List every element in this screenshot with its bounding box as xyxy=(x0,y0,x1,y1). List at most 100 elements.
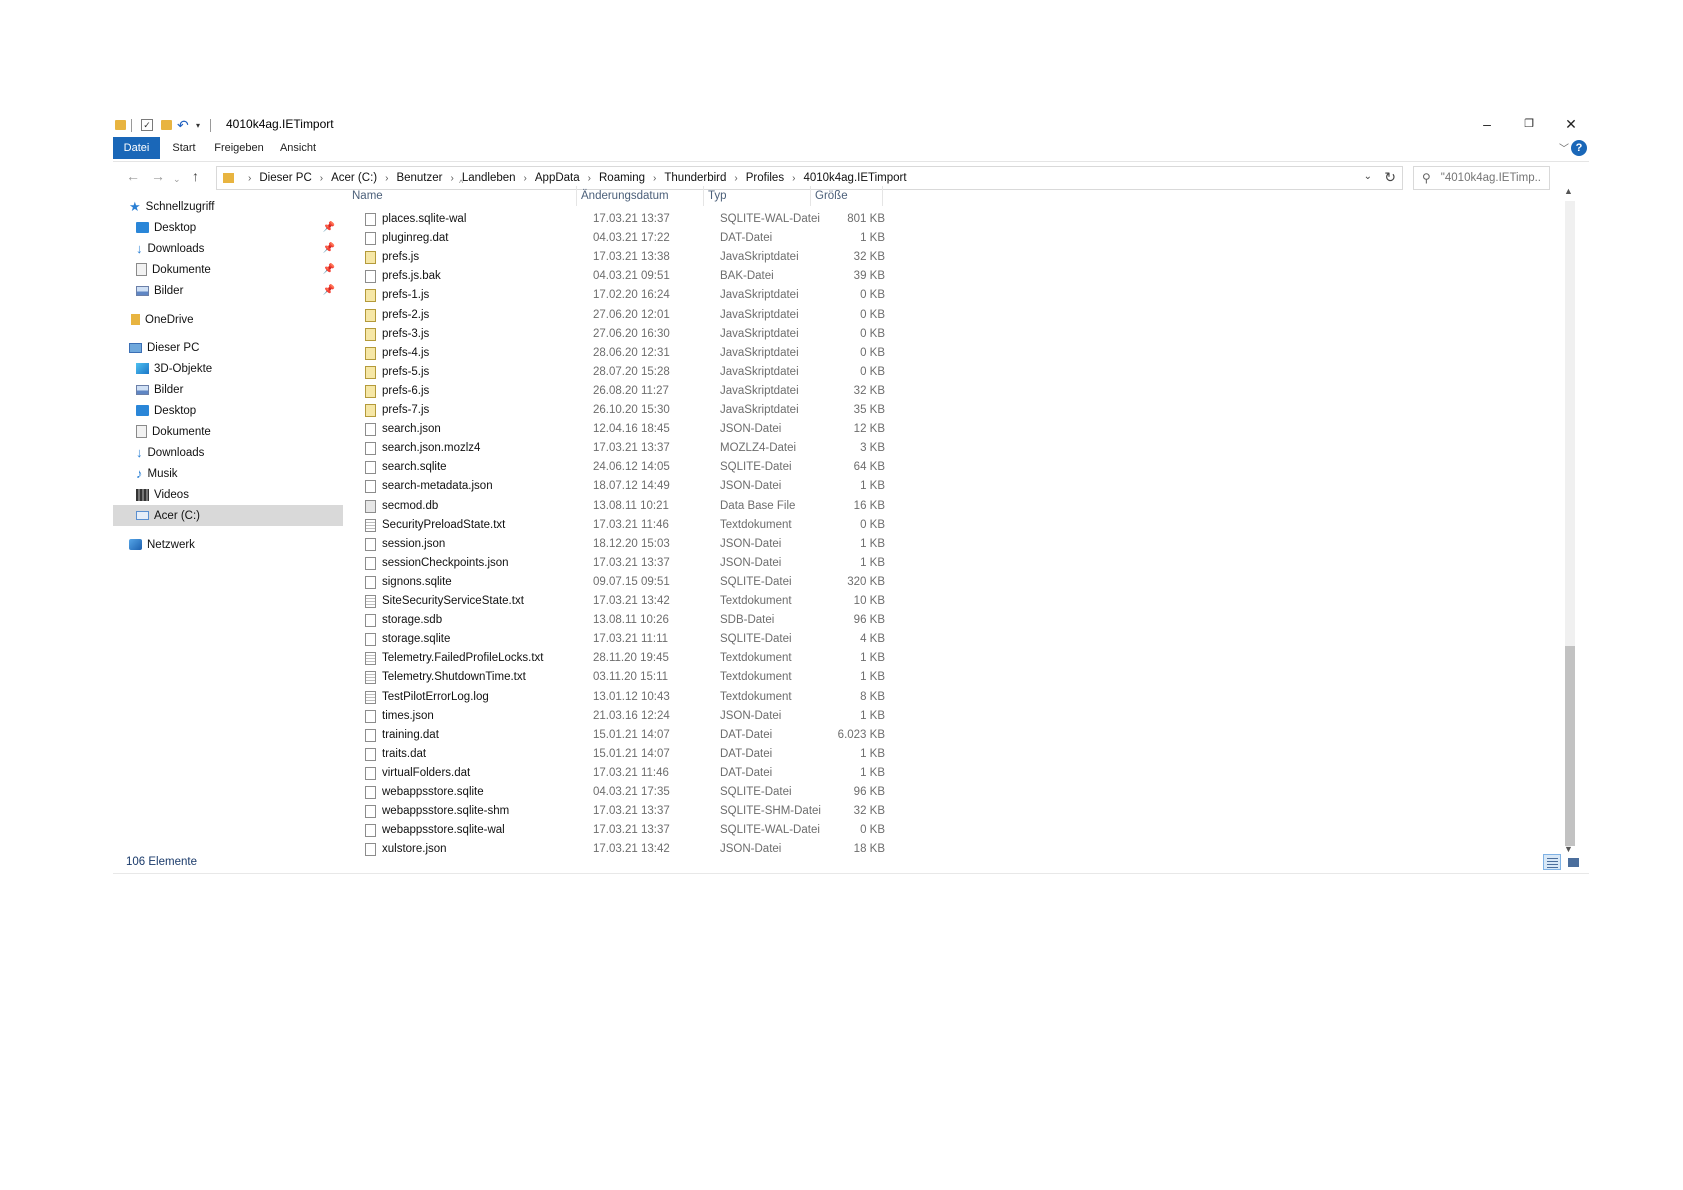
column-header-size[interactable]: Größe xyxy=(811,186,883,206)
tab-freigeben[interactable]: Freigeben xyxy=(208,137,270,159)
file-row[interactable]: search.json.mozlz4 17.03.21 13:37 MOZLZ4-D… xyxy=(348,440,885,459)
chevron-right-icon[interactable]: › xyxy=(385,173,388,184)
breadcrumb-item[interactable]: Roaming xyxy=(599,172,645,184)
search-box[interactable]: ⚲ xyxy=(1413,166,1550,190)
pin-icon[interactable]: 📌 xyxy=(323,222,335,233)
file-row[interactable]: TestPilotErrorLog.log 13.01.12 10:43 Textd… xyxy=(348,689,885,708)
scroll-up-icon[interactable]: ▲ xyxy=(1564,186,1573,196)
scroll-thumb[interactable] xyxy=(1565,646,1575,846)
back-arrow-icon[interactable]: ← xyxy=(126,168,140,184)
pin-icon[interactable]: 📌 xyxy=(323,243,335,254)
file-row[interactable]: Telemetry.FailedProfileLocks.txt 28.11.20… xyxy=(348,650,885,669)
file-row[interactable]: traits.dat 15.01.21 14:07 DAT-Datei 1 KB xyxy=(348,746,885,765)
sidebar-item-this-pc[interactable]: Dieser PC xyxy=(113,337,343,358)
vertical-scrollbar[interactable]: ▲ ▼ xyxy=(1562,186,1578,856)
file-row[interactable]: webappsstore.sqlite 04.03.21 17:35 SQLITE-… xyxy=(348,784,885,803)
large-icons-view-button[interactable] xyxy=(1564,854,1582,870)
sidebar-item-downloads[interactable]: ↓ Downloads xyxy=(113,442,343,463)
file-row[interactable]: prefs-4.js 28.06.20 12:31 JavaSkriptdatei 0… xyxy=(348,345,885,364)
tab-start[interactable]: Start xyxy=(165,137,203,159)
sidebar-item-acer-drive[interactable]: Acer (C:) xyxy=(113,505,343,526)
file-row[interactable]: Telemetry.ShutdownTime.txt 03.11.20 15:11… xyxy=(348,669,885,688)
file-row[interactable]: virtualFolders.dat 17.03.21 11:46 DAT-Date… xyxy=(348,765,885,784)
file-row[interactable]: prefs.js.bak 04.03.21 09:51 BAK-Datei 39 KB xyxy=(348,268,885,287)
refresh-icon[interactable]: ↻ xyxy=(1384,169,1396,186)
recent-locations-icon[interactable]: ⌄ xyxy=(173,171,181,187)
chevron-right-icon[interactable]: › xyxy=(792,173,795,184)
breadcrumb-item[interactable]: Benutzer xyxy=(396,172,442,184)
minimize-button[interactable]: – xyxy=(1472,114,1502,134)
file-row[interactable]: webappsstore.sqlite-shm 17.03.21 13:37 SQL… xyxy=(348,803,885,822)
sidebar-item-documents[interactable]: Dokumente 📌 xyxy=(113,259,343,280)
chevron-right-icon[interactable]: › xyxy=(524,173,527,184)
column-header-type[interactable]: Typ xyxy=(704,186,811,206)
chevron-right-icon[interactable]: › xyxy=(450,173,453,184)
file-row[interactable]: storage.sdb 13.08.11 10:26 SDB-Datei 96 KB xyxy=(348,612,885,631)
file-row[interactable]: sessionCheckpoints.json 17.03.21 13:37 JSO… xyxy=(348,555,885,574)
breadcrumb-item[interactable]: Acer (C:) xyxy=(331,172,377,184)
chevron-down-icon[interactable]: ﹀ xyxy=(1559,140,1569,155)
chevron-right-icon[interactable]: › xyxy=(248,173,251,184)
file-row[interactable]: places.sqlite-wal 17.03.21 13:37 SQLITE-WA… xyxy=(348,211,885,230)
column-header-name[interactable]: Name xyxy=(348,186,577,206)
customize-quick-access-icon[interactable]: ▾ xyxy=(196,118,200,132)
file-row[interactable]: session.json 18.12.20 15:03 JSON-Datei 1 KB xyxy=(348,536,885,555)
sidebar-item-desktop[interactable]: Desktop xyxy=(113,400,343,421)
file-row[interactable]: search.sqlite 24.06.12 14:05 SQLITE-Datei 6… xyxy=(348,459,885,478)
breadcrumb-item[interactable]: Thunderbird xyxy=(664,172,726,184)
file-row[interactable]: prefs.js 17.03.21 13:38 JavaSkriptdatei 32 … xyxy=(348,249,885,268)
breadcrumb-item[interactable]: AppData xyxy=(535,172,580,184)
sidebar-item-videos[interactable]: Videos xyxy=(113,484,343,505)
breadcrumb-item[interactable]: Profiles xyxy=(746,172,784,184)
sidebar-item-3d-objects[interactable]: 3D-Objekte xyxy=(113,358,343,379)
file-row[interactable]: prefs-5.js 28.07.20 15:28 JavaSkriptdatei 0… xyxy=(348,364,885,383)
breadcrumb-item[interactable]: 4010k4ag.IETimport xyxy=(803,172,906,184)
sidebar-item-music[interactable]: ♪ Musik xyxy=(113,463,343,484)
search-input[interactable] xyxy=(1440,172,1541,184)
up-arrow-icon[interactable]: ↑ xyxy=(192,168,199,184)
chevron-right-icon[interactable]: › xyxy=(320,173,323,184)
sidebar-item-downloads[interactable]: ↓ Downloads 📌 xyxy=(113,238,343,259)
chevron-down-icon[interactable]: ⌄ xyxy=(1364,171,1372,182)
file-row[interactable]: webappsstore.sqlite-wal 17.03.21 13:37 SQL… xyxy=(348,822,885,841)
file-row[interactable]: search.json 12.04.16 18:45 JSON-Datei 12 KB xyxy=(348,421,885,440)
file-row[interactable]: storage.sqlite 17.03.21 11:11 SQLITE-Datei… xyxy=(348,631,885,650)
breadcrumb-item[interactable]: Landleben xyxy=(462,172,516,184)
file-row[interactable]: prefs-1.js 17.02.20 16:24 JavaSkriptdatei 0… xyxy=(348,287,885,306)
file-row[interactable]: times.json 21.03.16 12:24 JSON-Datei 1 KB xyxy=(348,708,885,727)
chevron-right-icon[interactable]: › xyxy=(653,173,656,184)
chevron-right-icon[interactable]: › xyxy=(588,173,591,184)
sidebar-item-pictures[interactable]: Bilder xyxy=(113,379,343,400)
file-row[interactable]: signons.sqlite 09.07.15 09:51 SQLITE-Datei… xyxy=(348,574,885,593)
properties-icon[interactable]: ✓ xyxy=(141,118,153,132)
file-row[interactable]: pluginreg.dat 04.03.21 17:22 DAT-Datei 1 KB xyxy=(348,230,885,249)
file-row[interactable]: SiteSecurityServiceState.txt 17.03.21 13:… xyxy=(348,593,885,612)
sidebar-item-onedrive[interactable]: OneDrive xyxy=(113,309,343,330)
breadcrumb-item[interactable]: Dieser PC xyxy=(259,172,311,184)
forward-arrow-icon[interactable]: → xyxy=(151,168,165,184)
column-header-date[interactable]: Änderungsdatum xyxy=(577,186,704,206)
pin-icon[interactable]: 📌 xyxy=(323,285,335,296)
pin-icon[interactable]: 📌 xyxy=(323,264,335,275)
restore-button[interactable]: ❐ xyxy=(1514,114,1544,134)
close-button[interactable]: ✕ xyxy=(1556,114,1586,134)
undo-icon[interactable]: ↶ xyxy=(177,118,189,132)
file-row[interactable]: prefs-2.js 27.06.20 12:01 JavaSkriptdatei 0… xyxy=(348,307,885,326)
details-view-button[interactable] xyxy=(1543,854,1561,870)
file-row[interactable]: SecurityPreloadState.txt 17.03.21 11:46 Te… xyxy=(348,517,885,536)
sidebar-item-quick-access[interactable]: ★ Schnellzugriff xyxy=(113,196,343,217)
file-row[interactable]: training.dat 15.01.21 14:07 DAT-Datei 6.023… xyxy=(348,727,885,746)
file-row[interactable]: search-metadata.json 18.07.12 14:49 JSON-D… xyxy=(348,478,885,497)
sidebar-item-network[interactable]: Netzwerk xyxy=(113,534,343,555)
new-folder-icon[interactable] xyxy=(161,118,172,132)
file-row[interactable]: prefs-7.js 26.10.20 15:30 JavaSkriptdatei 3… xyxy=(348,402,885,421)
file-row[interactable]: secmod.db 13.08.11 10:21 Data Base File 16 … xyxy=(348,498,885,517)
file-row[interactable]: prefs-3.js 27.06.20 16:30 JavaSkriptdatei 0… xyxy=(348,326,885,345)
sidebar-item-pictures[interactable]: Bilder 📌 xyxy=(113,280,343,301)
file-row[interactable]: prefs-6.js 26.08.20 11:27 JavaSkriptdatei 3… xyxy=(348,383,885,402)
sidebar-item-documents[interactable]: Dokumente xyxy=(113,421,343,442)
help-button[interactable]: ? xyxy=(1571,140,1587,156)
chevron-right-icon[interactable]: › xyxy=(734,173,737,184)
tab-datei[interactable]: Datei xyxy=(113,137,160,159)
tab-ansicht[interactable]: Ansicht xyxy=(273,137,323,159)
